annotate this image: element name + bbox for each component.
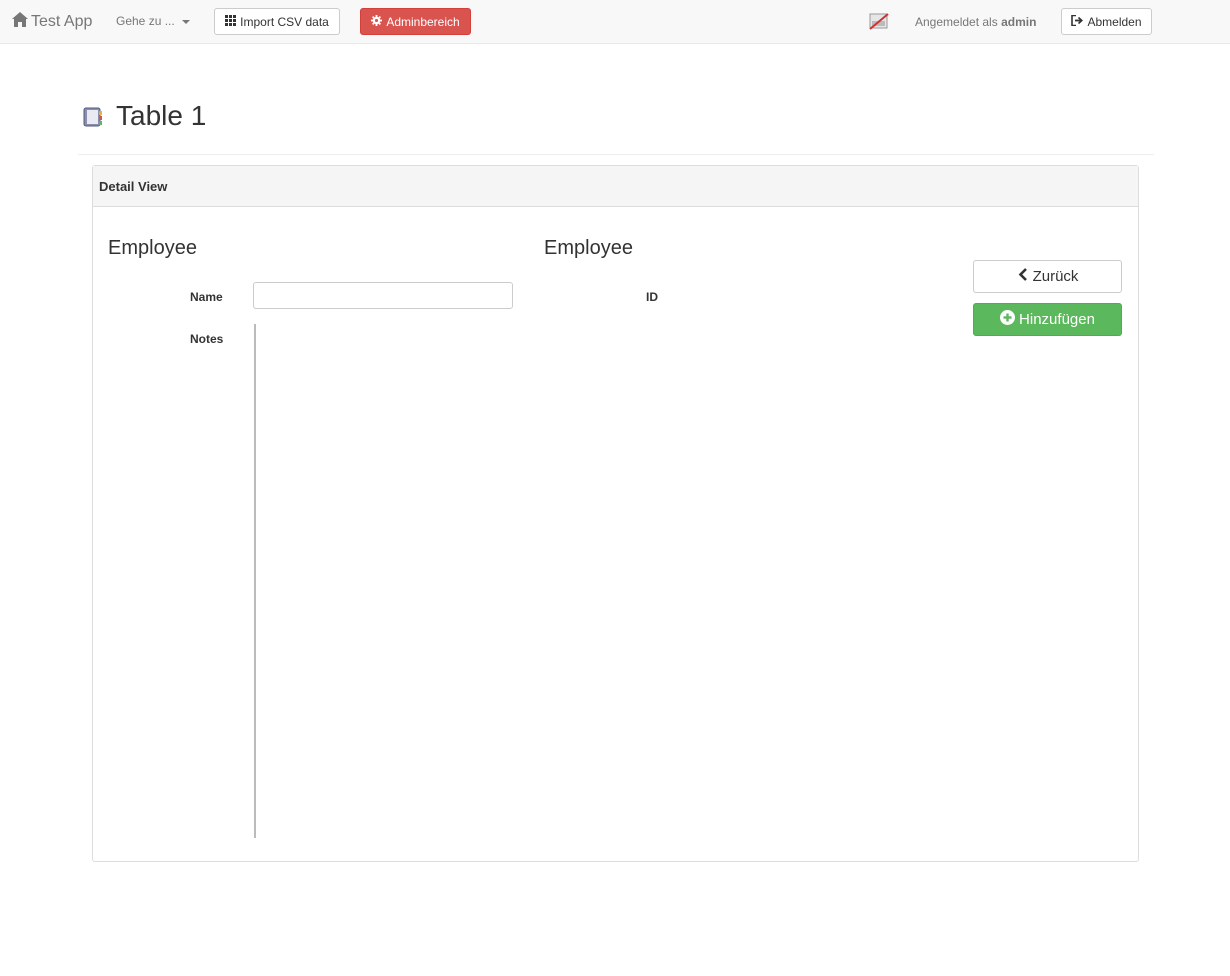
- add-label: Hinzufügen: [1019, 311, 1095, 328]
- panel-title: Detail View: [99, 179, 168, 194]
- admin-area-label: Adminbereich: [386, 14, 460, 29]
- grid-icon: [225, 14, 240, 29]
- brand-label: Test App: [31, 13, 93, 30]
- left-section-title: Employee: [108, 237, 197, 259]
- back-button[interactable]: Zurück: [973, 260, 1122, 293]
- top-navbar: Test App Gehe zu ... Import CSV data Adm…: [0, 0, 1230, 44]
- name-label: Name: [190, 290, 223, 304]
- logged-in-status: Angemeldet als admin: [915, 15, 1036, 29]
- id-label: ID: [646, 290, 658, 304]
- caret-down-icon: [181, 20, 190, 24]
- notes-label: Notes: [190, 332, 224, 346]
- name-field[interactable]: [253, 282, 513, 309]
- admin-area-button[interactable]: Adminbereich: [360, 8, 471, 35]
- add-button[interactable]: Hinzufügen: [973, 303, 1122, 336]
- gear-icon: [371, 14, 386, 29]
- detail-view-panel: Detail View Employee Name Notes Employee…: [92, 165, 1139, 862]
- chevron-left-icon: [1017, 268, 1033, 285]
- logged-in-prefix: Angemeldet als: [915, 15, 998, 29]
- home-icon: [12, 12, 31, 32]
- notes-textarea[interactable]: [254, 324, 514, 838]
- logout-label: Abmelden: [1087, 14, 1142, 29]
- page-title: Table 1: [116, 100, 207, 131]
- goto-label: Gehe zu ...: [116, 14, 175, 28]
- logged-in-username: admin: [1001, 15, 1037, 29]
- back-label: Zurück: [1032, 268, 1079, 285]
- import-csv-button[interactable]: Import CSV data: [214, 8, 340, 35]
- logout-button[interactable]: Abmelden: [1061, 8, 1152, 35]
- logout-icon: [1071, 14, 1087, 29]
- goto-dropdown[interactable]: Gehe zu ...: [116, 14, 190, 28]
- right-section-title: Employee: [544, 237, 633, 259]
- brand-link[interactable]: Test App: [12, 11, 92, 33]
- import-csv-label: Import CSV data: [240, 14, 329, 29]
- plus-circle-icon: [1000, 310, 1019, 329]
- panel-heading: Detail View: [93, 166, 1138, 207]
- header-divider: [78, 154, 1154, 155]
- no-image-icon[interactable]: [868, 11, 890, 36]
- table-book-icon: [82, 106, 104, 133]
